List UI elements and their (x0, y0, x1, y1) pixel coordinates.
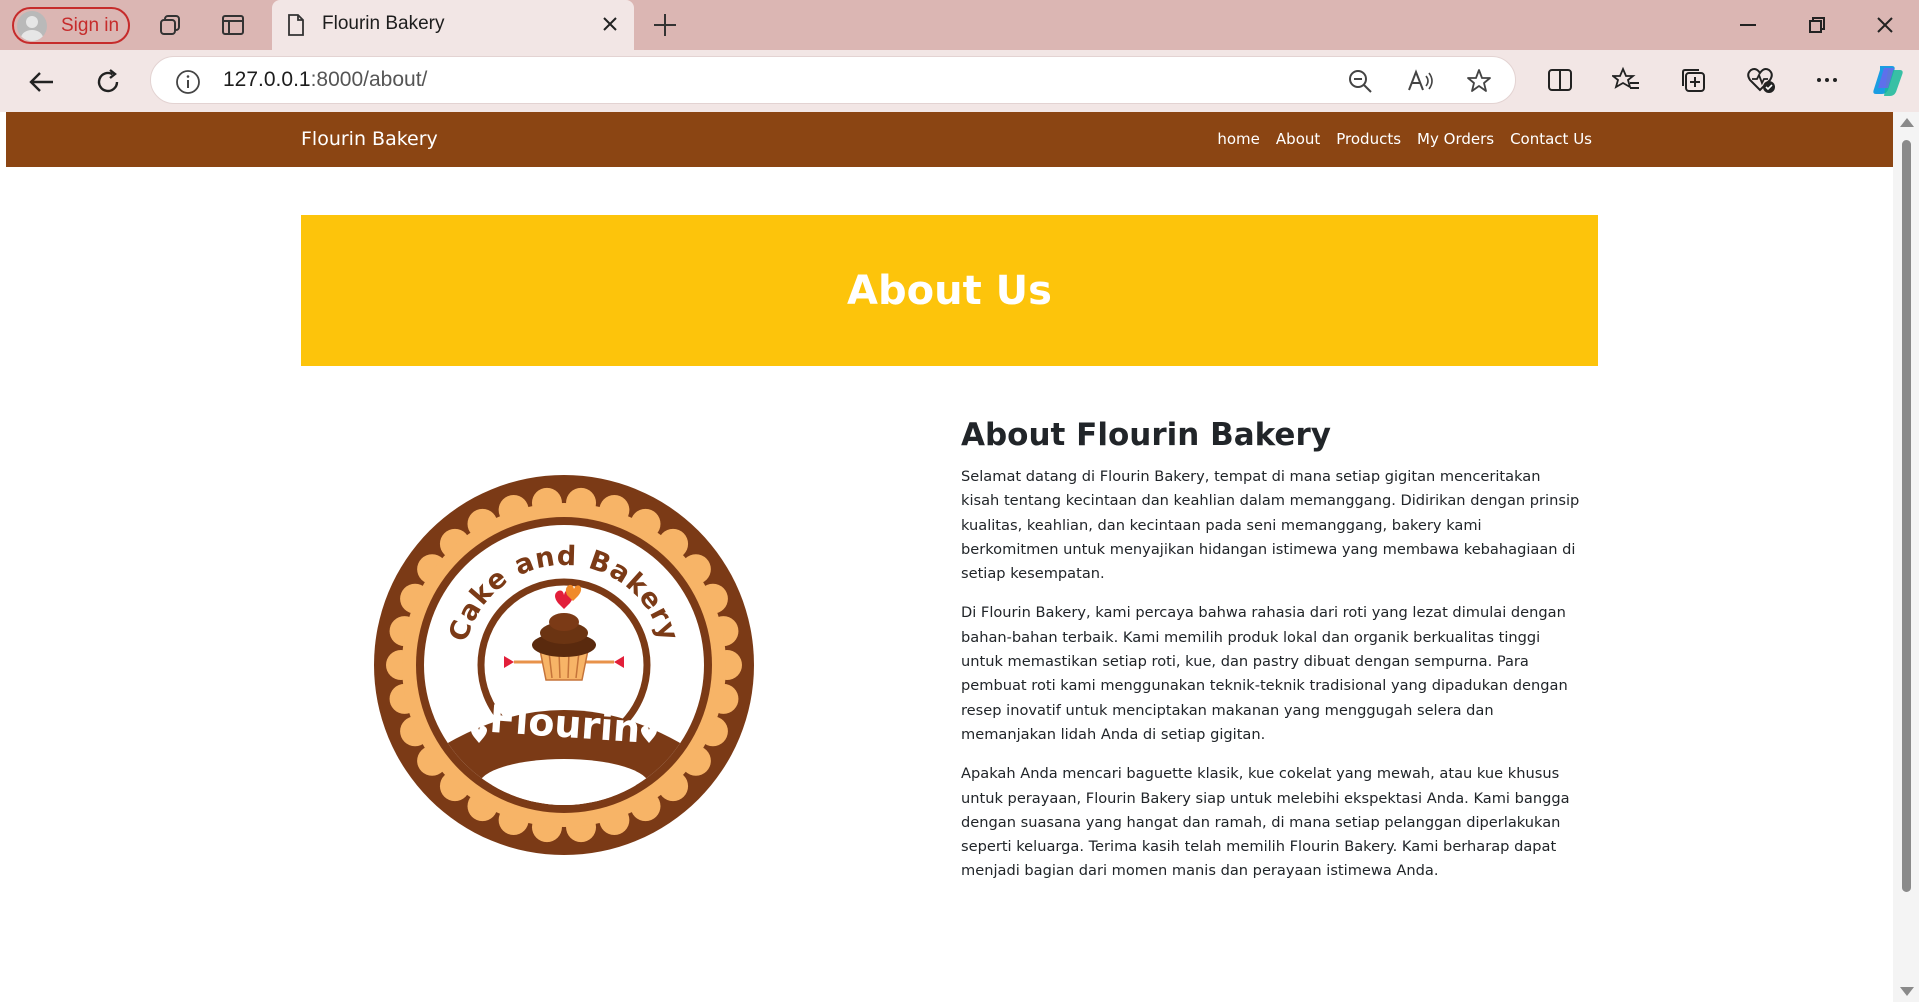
about-paragraph: Selamat datang di Flourin Bakery, tempat… (961, 468, 1580, 583)
nav-link-about[interactable]: About (1276, 130, 1320, 148)
browser-essentials-icon[interactable] (1746, 66, 1776, 98)
zoom-out-icon[interactable] (1347, 68, 1373, 98)
nav-link-home[interactable]: home (1217, 130, 1260, 148)
read-aloud-icon[interactable] (1406, 68, 1434, 98)
nav-link-contact-us[interactable]: Contact Us (1510, 130, 1592, 148)
address-bar[interactable]: 127.0.0.1:8000/about/ (150, 56, 1516, 104)
hero-title: About Us (847, 267, 1052, 314)
site-info-icon[interactable] (175, 69, 201, 99)
nav-links: home About Products My Orders Contact Us (1217, 130, 1592, 148)
page-icon (286, 14, 306, 40)
brand-link[interactable]: Flourin Bakery (301, 128, 438, 150)
url-path: :8000/about/ (310, 68, 428, 91)
active-tab[interactable]: Flourin Bakery (272, 0, 634, 50)
split-screen-icon[interactable] (1546, 66, 1574, 98)
hero-banner: About Us (301, 215, 1598, 366)
page-viewport: Flourin Bakery home About Products My Or… (6, 112, 1893, 1002)
workspaces-icon[interactable] (155, 10, 185, 40)
avatar-icon (17, 10, 47, 41)
new-tab-icon[interactable] (650, 10, 680, 44)
page-scrollbar[interactable] (1893, 112, 1919, 1002)
about-heading: About Flourin Bakery (961, 417, 1331, 453)
nav-link-products[interactable]: Products (1336, 130, 1401, 148)
url-text[interactable]: 127.0.0.1:8000/about/ (223, 68, 427, 92)
copilot-icon[interactable] (1870, 62, 1906, 102)
sign-in-button[interactable]: Sign in (12, 7, 130, 44)
scroll-down-icon[interactable] (1900, 987, 1914, 996)
collections-icon[interactable] (1679, 66, 1707, 98)
back-icon[interactable] (24, 64, 60, 100)
address-bar-row: 127.0.0.1:8000/about/ (0, 50, 1919, 112)
close-window-icon[interactable] (1872, 12, 1898, 42)
about-section: About Flourin Bakery Selamat datang di F… (961, 417, 1581, 899)
site-navbar: Flourin Bakery home About Products My Or… (6, 112, 1893, 167)
bakery-logo: Cake and Bakery Flourin (374, 475, 754, 855)
scroll-up-icon[interactable] (1900, 118, 1914, 127)
close-tab-icon[interactable] (600, 14, 620, 38)
refresh-icon[interactable] (90, 64, 126, 100)
tab-actions-icon[interactable] (218, 10, 248, 40)
url-host: 127.0.0.1 (223, 68, 311, 91)
restore-icon[interactable] (1804, 12, 1830, 42)
nav-link-my-orders[interactable]: My Orders (1417, 130, 1494, 148)
minimize-icon[interactable] (1735, 12, 1761, 42)
scrollbar-thumb[interactable] (1902, 140, 1911, 892)
favorite-star-icon[interactable] (1466, 68, 1492, 98)
tab-title: Flourin Bakery (322, 13, 445, 34)
sign-in-label: Sign in (61, 14, 120, 36)
more-options-icon[interactable] (1813, 66, 1841, 98)
favorites-icon[interactable] (1610, 66, 1640, 98)
browser-tab-bar: Sign in Flourin Bakery (0, 0, 1919, 50)
about-paragraph: Di Flourin Bakery, kami percaya bahwa ra… (961, 604, 1568, 743)
about-paragraph: Apakah Anda mencari baguette klasik, kue… (961, 765, 1570, 880)
